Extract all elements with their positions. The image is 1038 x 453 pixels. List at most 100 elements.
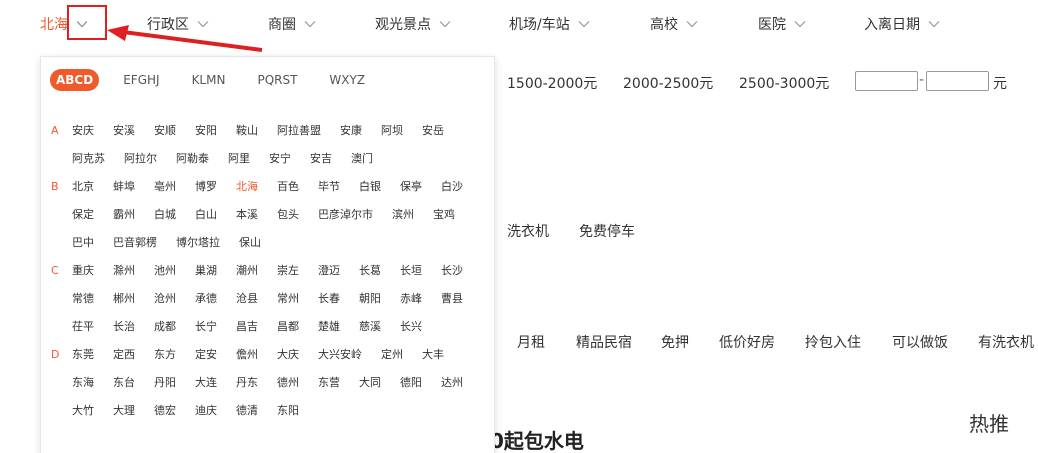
- city-option[interactable]: 大理: [113, 397, 135, 425]
- filter-university[interactable]: 高校: [650, 14, 700, 34]
- city-option[interactable]: 东方: [154, 341, 176, 369]
- city-option[interactable]: 迪庆: [195, 397, 217, 425]
- filter-airport-station[interactable]: 机场/车站: [509, 14, 592, 34]
- city-option[interactable]: 安溪: [113, 117, 135, 145]
- tab-efghj[interactable]: EFGHJ: [123, 69, 159, 91]
- city-option[interactable]: 安阳: [195, 117, 217, 145]
- city-option[interactable]: 霸州: [113, 201, 135, 229]
- city-option[interactable]: 东营: [318, 369, 340, 397]
- city-option[interactable]: 安庆: [72, 117, 94, 145]
- city-option[interactable]: 巴彦淖尔市: [318, 201, 373, 229]
- city-option[interactable]: 阿勒泰: [176, 145, 209, 173]
- tab-wxyz[interactable]: WXYZ: [329, 69, 365, 91]
- city-option[interactable]: 楚雄: [318, 313, 340, 341]
- city-option[interactable]: 阿拉尔: [124, 145, 157, 173]
- city-option[interactable]: 博罗: [195, 173, 217, 201]
- tab-pqrst[interactable]: PQRST: [257, 69, 297, 91]
- tag-option[interactable]: 可以做饭: [892, 332, 948, 352]
- city-option[interactable]: 长宁: [195, 313, 217, 341]
- city-option[interactable]: 北京: [72, 173, 94, 201]
- price-range-option[interactable]: 2000-2500元: [623, 73, 713, 93]
- city-option[interactable]: 慈溪: [359, 313, 381, 341]
- city-option[interactable]: 重庆: [72, 257, 94, 285]
- city-option[interactable]: 曹县: [441, 285, 463, 313]
- city-option[interactable]: 白城: [154, 201, 176, 229]
- city-option[interactable]: 成都: [154, 313, 176, 341]
- city-option[interactable]: 蚌埠: [113, 173, 135, 201]
- city-option[interactable]: 定州: [381, 341, 403, 369]
- city-option[interactable]: 本溪: [236, 201, 258, 229]
- city-option[interactable]: 昌都: [277, 313, 299, 341]
- price-range-option[interactable]: 2500-3000元: [739, 73, 829, 93]
- price-range-option[interactable]: 1500-2000元: [507, 73, 597, 93]
- tag-option[interactable]: 精品民宿: [576, 332, 632, 352]
- city-option[interactable]: 沧州: [154, 285, 176, 313]
- city-option[interactable]: 安岳: [422, 117, 444, 145]
- city-option[interactable]: 澳门: [351, 145, 373, 173]
- tag-option[interactable]: 低价好房: [719, 332, 775, 352]
- price-max-input[interactable]: [926, 71, 989, 91]
- facility-option[interactable]: 免费停车: [579, 221, 635, 241]
- city-option[interactable]: 池州: [154, 257, 176, 285]
- city-option[interactable]: 常德: [72, 285, 94, 313]
- city-option[interactable]: 阿克苏: [72, 145, 105, 173]
- city-option[interactable]: 毕节: [318, 173, 340, 201]
- city-option[interactable]: 昌吉: [236, 313, 258, 341]
- city-option[interactable]: 博尔塔拉: [176, 229, 220, 257]
- city-option[interactable]: 安宁: [269, 145, 291, 173]
- filter-hospital[interactable]: 医院: [758, 14, 808, 34]
- city-option[interactable]: 巢湖: [195, 257, 217, 285]
- city-option[interactable]: 鞍山: [236, 117, 258, 145]
- city-option[interactable]: 丹东: [236, 369, 258, 397]
- tag-option[interactable]: 月租: [517, 332, 545, 352]
- city-option[interactable]: 长葛: [359, 257, 381, 285]
- city-option[interactable]: 阿坝: [381, 117, 403, 145]
- city-option[interactable]: 长治: [113, 313, 135, 341]
- city-option[interactable]: 白银: [359, 173, 381, 201]
- city-option[interactable]: 阿拉善盟: [277, 117, 321, 145]
- city-option[interactable]: 包头: [277, 201, 299, 229]
- city-option[interactable]: 安吉: [310, 145, 332, 173]
- facility-option[interactable]: 洗衣机: [507, 221, 549, 241]
- city-option[interactable]: 大连: [195, 369, 217, 397]
- city-option[interactable]: 常州: [277, 285, 299, 313]
- city-option[interactable]: 东阳: [277, 397, 299, 425]
- tab-klmn[interactable]: KLMN: [192, 69, 226, 91]
- city-option[interactable]: 定西: [113, 341, 135, 369]
- city-option[interactable]: 朝阳: [359, 285, 381, 313]
- city-option[interactable]: 阿里: [228, 145, 250, 173]
- city-option[interactable]: 德阳: [400, 369, 422, 397]
- city-option[interactable]: 德宏: [154, 397, 176, 425]
- city-option[interactable]: 长春: [318, 285, 340, 313]
- city-option[interactable]: 白沙: [441, 173, 463, 201]
- city-option[interactable]: 保定: [72, 201, 94, 229]
- city-option[interactable]: 巴中: [72, 229, 94, 257]
- tag-option[interactable]: 有洗衣机: [978, 332, 1034, 352]
- city-option[interactable]: 巴音郭楞: [113, 229, 157, 257]
- city-option[interactable]: 滁州: [113, 257, 135, 285]
- city-option[interactable]: 大竹: [72, 397, 94, 425]
- filter-attractions[interactable]: 观光景点: [375, 14, 453, 34]
- city-option[interactable]: 儋州: [236, 341, 258, 369]
- city-option[interactable]: 承德: [195, 285, 217, 313]
- city-option[interactable]: 百色: [277, 173, 299, 201]
- city-option[interactable]: 大兴安岭: [318, 341, 362, 369]
- city-option[interactable]: 保山: [239, 229, 261, 257]
- city-option[interactable]: 茌平: [72, 313, 94, 341]
- city-option[interactable]: 宝鸡: [433, 201, 455, 229]
- city-option[interactable]: 丹阳: [154, 369, 176, 397]
- city-option[interactable]: 潮州: [236, 257, 258, 285]
- filter-business-area[interactable]: 商圈: [268, 14, 318, 34]
- city-option[interactable]: 保亭: [400, 173, 422, 201]
- city-option[interactable]: 长兴: [400, 313, 422, 341]
- city-option[interactable]: 长垣: [400, 257, 422, 285]
- city-option[interactable]: 澄迈: [318, 257, 340, 285]
- city-option[interactable]: 赤峰: [400, 285, 422, 313]
- city-option[interactable]: 安顺: [154, 117, 176, 145]
- city-option[interactable]: 安康: [340, 117, 362, 145]
- city-option[interactable]: 大庆: [277, 341, 299, 369]
- city-option[interactable]: 北海: [236, 173, 258, 201]
- city-option[interactable]: 亳州: [154, 173, 176, 201]
- city-option[interactable]: 大同: [359, 369, 381, 397]
- city-option[interactable]: 东台: [113, 369, 135, 397]
